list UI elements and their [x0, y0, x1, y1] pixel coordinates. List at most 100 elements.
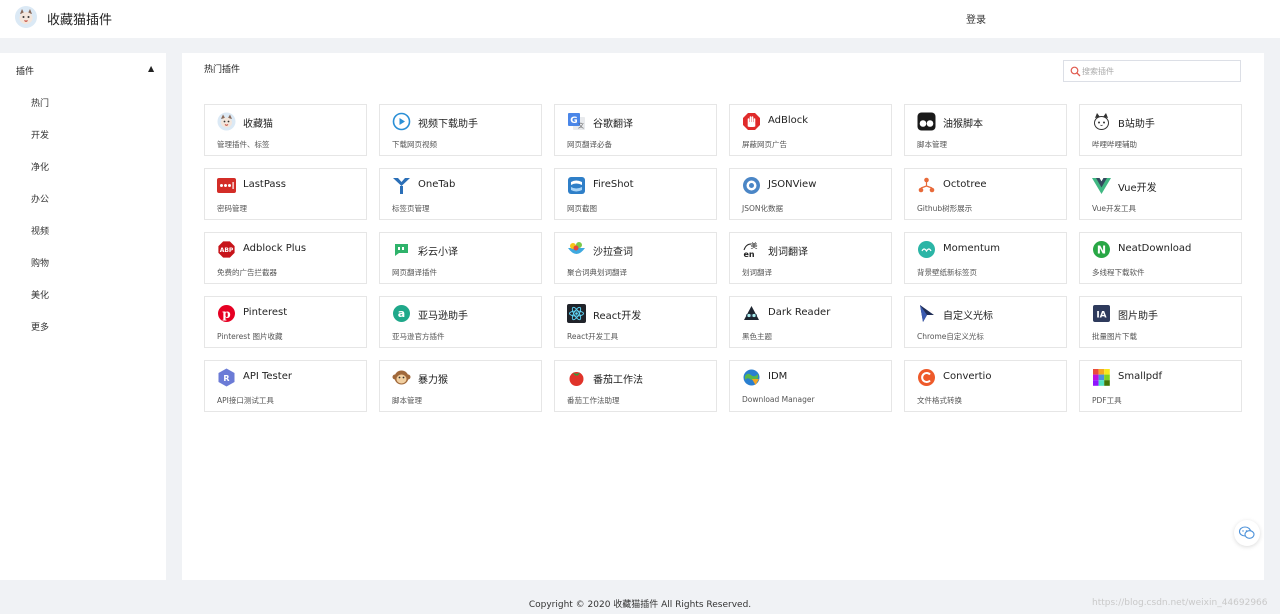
adblock-hand-icon	[743, 113, 760, 130]
sidebar: 插件 ▲ 热门 开发 净化 办公 视频 购物 美化 更多	[0, 53, 166, 580]
plugin-card[interactable]: IA 图片助手 批量图片下载	[1079, 296, 1242, 348]
login-link[interactable]: 登录	[966, 11, 986, 26]
plugin-card[interactable]: AdBlock 屏蔽网页广告	[729, 104, 892, 156]
plugin-card[interactable]: Convertio 文件格式转换	[904, 360, 1067, 412]
saladict-icon	[568, 242, 585, 254]
vue-logo-icon	[1092, 178, 1111, 194]
plugin-card[interactable]: Octotree Github树形展示	[904, 168, 1067, 220]
plugin-name: Momentum	[943, 243, 1000, 254]
top-bar: 收藏猫插件 登录	[0, 0, 1280, 38]
plugin-card[interactable]: 收藏猫 管理插件、标签	[204, 104, 367, 156]
plugin-card[interactable]: Vue开发 Vue开发工具	[1079, 168, 1242, 220]
plugin-name: API Tester	[243, 371, 292, 382]
plugin-name: 划词翻译	[768, 247, 808, 258]
svg-text:文: 文	[578, 122, 584, 130]
plugin-card[interactable]: 番茄工作法 番茄工作法助理	[554, 360, 717, 412]
tomato-icon	[569, 372, 584, 386]
plugin-card[interactable]: R API Tester API接口测试工具	[204, 360, 367, 412]
plugin-desc: 管理插件、标签	[217, 140, 270, 149]
plugin-desc: 脚本管理	[392, 396, 422, 405]
plugin-card[interactable]: 自定义光标 Chrome自定义光标	[904, 296, 1067, 348]
momentum-icon	[918, 241, 935, 258]
google-translate-icon: G 文	[568, 113, 585, 130]
plugin-name: 亚马逊助手	[418, 311, 468, 322]
fireshot-icon	[568, 177, 585, 194]
react-atom-icon	[567, 304, 586, 323]
plugin-card[interactable]: G 文 谷歌翻译 网页翻译必备	[554, 104, 717, 156]
plugin-name: Pinterest	[243, 307, 288, 318]
plugin-desc: 聚合词典划词翻译	[567, 268, 627, 277]
caret-up-icon[interactable]: ▲	[148, 64, 154, 73]
sidebar-item-beautify[interactable]: 美化	[31, 288, 49, 301]
plugin-desc: React开发工具	[567, 332, 619, 341]
search-box[interactable]	[1063, 60, 1241, 82]
plugin-card[interactable]: Dark Reader 黑色主题	[729, 296, 892, 348]
wechat-button[interactable]	[1234, 520, 1260, 546]
plugin-name: 暴力猴	[418, 375, 448, 386]
plugin-desc: PDF工具	[1092, 396, 1122, 405]
sidebar-item-clean[interactable]: 净化	[31, 160, 49, 173]
plugin-desc: 免费的广告拦截器	[217, 268, 277, 277]
plugin-card[interactable]: LastPass 密码管理	[204, 168, 367, 220]
sidebar-item-video[interactable]: 视频	[31, 224, 49, 237]
plugin-card[interactable]: JSONView JSON化数据	[729, 168, 892, 220]
caiyun-chat-icon	[395, 244, 408, 256]
sidebar-item-shopping[interactable]: 购物	[31, 256, 49, 269]
plugin-card[interactable]: React开发 React开发工具	[554, 296, 717, 348]
lastpass-icon	[217, 178, 236, 193]
sidebar-item-hot[interactable]: 热门	[31, 96, 49, 109]
plugin-name: FireShot	[593, 179, 634, 190]
plugin-desc: 背景壁纸新标签页	[917, 268, 977, 277]
plugin-desc: 亚马逊官方插件	[392, 332, 445, 341]
plugin-card[interactable]: 油猴脚本 脚本管理	[904, 104, 1067, 156]
plugin-name: AdBlock	[768, 115, 809, 126]
sidebar-item-more[interactable]: 更多	[31, 320, 49, 333]
plugin-desc: 网页翻译必备	[567, 140, 612, 149]
plugin-card[interactable]: 彩云小译 网页翻译插件	[379, 232, 542, 284]
plugin-desc: 批量图片下载	[1092, 332, 1137, 341]
plugin-card[interactable]: N NeatDownload 多线程下载软件	[1079, 232, 1242, 284]
convertio-icon	[918, 369, 935, 386]
plugin-desc: 屏蔽网页广告	[742, 140, 787, 149]
plugin-card[interactable]: Smallpdf PDF工具	[1079, 360, 1242, 412]
plugin-card[interactable]: IDM Download Manager	[729, 360, 892, 412]
site-title[interactable]: 收藏猫插件	[47, 9, 112, 28]
api-tester-icon: R	[218, 368, 235, 387]
footer-copyright: Copyright © 2020 收藏猫插件 All Rights Reserv…	[528, 600, 752, 610]
main-panel: 热门插件 收藏猫 管理插件、标签 视频下载助手 下载网页视频 G	[182, 53, 1264, 580]
plugin-card[interactable]: p Pinterest Pinterest 图片收藏	[204, 296, 367, 348]
plugin-card[interactable]: a 亚马逊助手 亚马逊官方插件	[379, 296, 542, 348]
plugin-name: Vue开发	[1118, 183, 1157, 194]
sidebar-header[interactable]: 插件	[16, 64, 34, 77]
plugin-card[interactable]: Momentum 背景壁纸新标签页	[904, 232, 1067, 284]
plugin-name: Octotree	[943, 179, 987, 190]
image-assistant-icon: IA	[1093, 305, 1110, 322]
plugin-desc: 密码管理	[217, 204, 247, 213]
amazon-icon: a	[393, 305, 410, 322]
plugin-card[interactable]: 视频下载助手 下载网页视频	[379, 104, 542, 156]
bilibili-mascot-icon	[1094, 113, 1109, 130]
search-input[interactable]	[1082, 63, 1232, 79]
sidebar-item-dev[interactable]: 开发	[31, 128, 49, 141]
plugin-desc: 网页翻译插件	[392, 268, 437, 277]
plugin-card[interactable]: 美 en 划词翻译 划词翻译	[729, 232, 892, 284]
plugin-card[interactable]: FireShot 网页截图	[554, 168, 717, 220]
plugin-name: NeatDownload	[1118, 243, 1192, 254]
translate-en-icon: 美 en	[743, 241, 757, 259]
cat-logo-icon	[217, 112, 236, 131]
plugin-desc: Pinterest 图片收藏	[217, 332, 283, 341]
plugin-card[interactable]: B站助手 哔哩哔哩辅助	[1079, 104, 1242, 156]
plugin-card[interactable]: 沙拉查词 聚合词典划词翻译	[554, 232, 717, 284]
svg-text:ABP: ABP	[220, 247, 234, 254]
plugin-name: Adblock Plus	[243, 243, 307, 254]
plugin-desc: 黑色主题	[742, 332, 772, 341]
sidebar-item-office[interactable]: 办公	[31, 192, 49, 205]
plugin-name: 自定义光标	[943, 311, 993, 322]
octotree-icon	[918, 177, 935, 193]
plugin-card[interactable]: 暴力猴 脚本管理	[379, 360, 542, 412]
cat-logo-icon[interactable]	[15, 6, 37, 28]
plugin-card[interactable]: ABP Adblock Plus 免费的广告拦截器	[204, 232, 367, 284]
plugin-card[interactable]: OneTab 标签页管理	[379, 168, 542, 220]
search-icon	[1070, 66, 1081, 77]
plugin-desc: 脚本管理	[917, 140, 947, 149]
